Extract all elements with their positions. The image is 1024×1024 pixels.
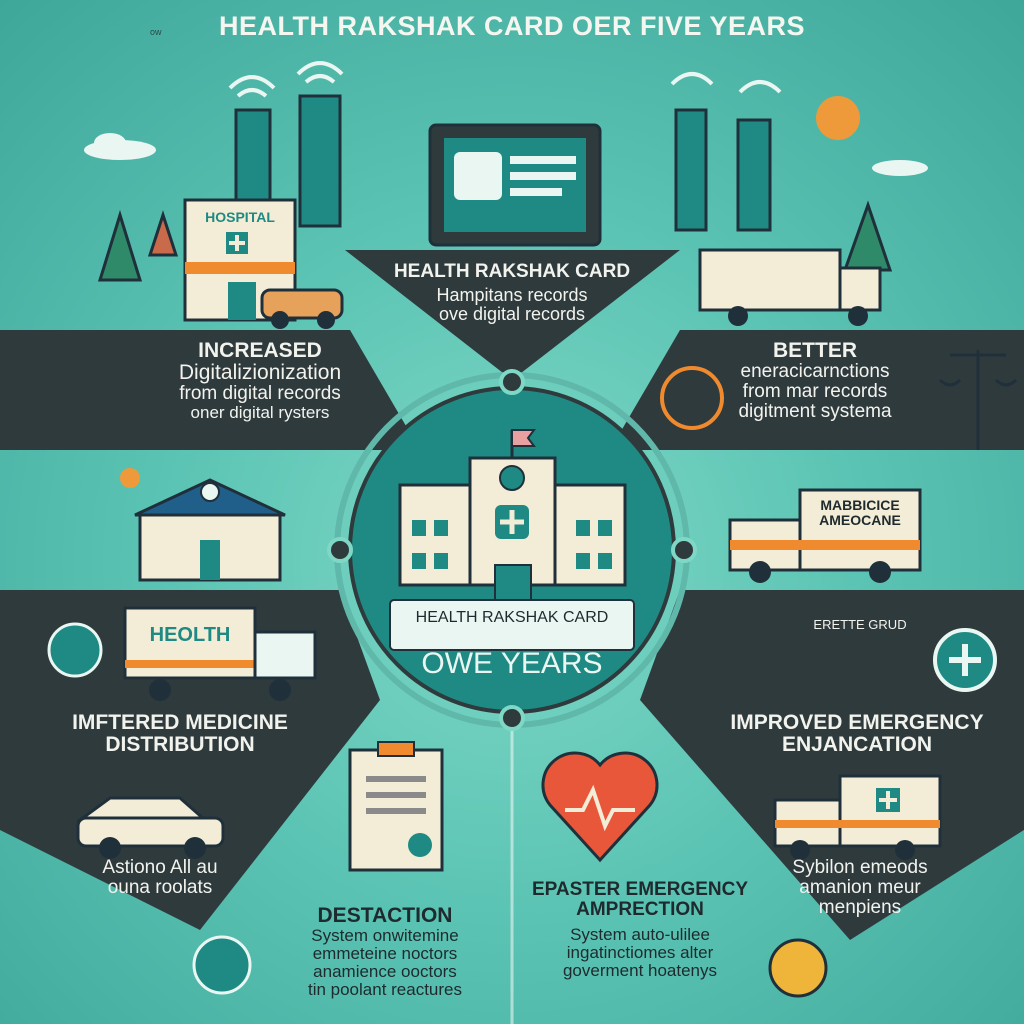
- lower-right-line-2: amanion meur: [799, 876, 921, 898]
- bottom-left-text: DESTACTION System onwitemine emmeteine n…: [270, 904, 500, 999]
- bottom-right-heading-1: EPASTER EMERGENCY: [531, 879, 749, 900]
- wifi-icon: [228, 61, 782, 98]
- hospital-sign: HOSPITAL: [205, 209, 275, 225]
- lower-right-body: Sybilon emeods amanion meur menpiens: [770, 858, 950, 918]
- upper-left-line-1: Digitalizionization: [178, 361, 342, 385]
- upper-right-line-1: eneracicarnctions: [740, 361, 890, 383]
- bottom-right-text: EPASTER EMERGENCY AMPRECTION System auto…: [520, 880, 760, 979]
- bottom-left-line-2: emmeteine noctors: [312, 943, 458, 963]
- center-line-1: HEALTH RAKSHAK CARD: [415, 609, 609, 626]
- upper-right-line-2: from mar records: [742, 380, 888, 402]
- lower-right-heading-2: ENJANCATION: [781, 733, 933, 757]
- sun-icon: [120, 468, 140, 488]
- lower-left-heading-2: DISTRIBUTION: [105, 733, 255, 757]
- ambulance-label-2: AMEOCANE: [819, 511, 901, 528]
- clipboard-icon: [348, 741, 444, 872]
- ambulance-label-1: MABBICICE: [820, 497, 900, 513]
- top-panel-heading: HEALTH RAKSHAK CARD: [393, 261, 631, 282]
- ring-node: [327, 537, 353, 563]
- lower-right-text: IMPROVED EMERGENCY ENJANCATION: [690, 711, 1024, 757]
- ring-node: [671, 537, 697, 563]
- badge-icon: [768, 938, 828, 998]
- monitor-icon: [428, 123, 602, 247]
- upper-right-heading: BETTER: [773, 339, 857, 362]
- bottom-right-line-1: System auto-ulilee: [570, 924, 710, 944]
- lower-right-heading-1: IMPROVED EMERGENCY: [730, 711, 984, 734]
- bottom-left-line-3: anamience ooctors: [313, 961, 457, 981]
- lower-right-line-1: Sybilon emeods: [792, 857, 928, 878]
- sun-icon: [816, 96, 860, 140]
- upper-left-heading: INCREASED: [198, 339, 322, 362]
- lower-right-line-3: menpiens: [818, 896, 902, 918]
- car-icon: [260, 288, 344, 329]
- ring-node: [499, 369, 525, 395]
- house-icon: [134, 478, 286, 582]
- lower-left-line-2: ouna roolats: [107, 876, 213, 898]
- upper-left-line-3: oner digital rysters: [190, 403, 330, 423]
- lower-left-heading-1: IMFTERED MEDICINE: [72, 711, 288, 734]
- bottom-right-line-3: goverment hoatenys: [562, 960, 718, 980]
- bottom-left-line-4: tin poolant reactures: [307, 979, 463, 999]
- top-panel-line-1: Hampitans records: [436, 284, 588, 305]
- ring-node: [499, 705, 525, 731]
- heart-icon: [541, 751, 659, 863]
- page-title: HEALTH RAKSHAK CARD OER FIVE YEARS: [218, 11, 806, 41]
- infographic-canvas: ow HEALTH RAKSHAK CARD OER FIVE YEARS HO…: [0, 0, 1024, 1024]
- upper-right-text: BETTER eneracicarnctions from mar record…: [700, 339, 930, 422]
- center-line-2: OWE YEARS: [421, 647, 603, 680]
- bottom-left-heading: DESTACTION: [317, 904, 453, 927]
- bottom-left-line-1: System onwitemine: [311, 926, 459, 946]
- upper-right-line-3: digitment systema: [738, 400, 892, 422]
- plus-circle-icon: [933, 628, 997, 692]
- upper-left-line-2: from digital records: [179, 383, 341, 405]
- lower-left-line-1: Astiono All au: [102, 857, 218, 878]
- ambulance-label: MABBICICE AMEOCANE: [800, 498, 920, 527]
- top-panel-line-2: ove digital records: [438, 303, 586, 324]
- misc-label: ERETTE GRUD: [813, 617, 907, 632]
- lower-left-body: Astiono All au ouna roolats: [80, 858, 240, 898]
- upper-left-text: INCREASED Digitalizionization from digit…: [120, 339, 400, 423]
- top-panel-text: HEALTH RAKSHAK CARD Hampitans records ov…: [362, 262, 662, 324]
- badge-icon: [192, 935, 252, 995]
- center-text: HEALTH RAKSHAK CARD: [380, 609, 644, 627]
- lower-left-text: IMFTERED MEDICINE DISTRIBUTION: [20, 711, 340, 757]
- medicine-icon: [47, 622, 103, 678]
- bottom-right-line-2: ingatinctiomes alter: [566, 942, 714, 962]
- bottom-right-heading-2: AMPRECTION: [576, 898, 704, 920]
- medicine-truck-label: HEOLTH: [149, 624, 231, 646]
